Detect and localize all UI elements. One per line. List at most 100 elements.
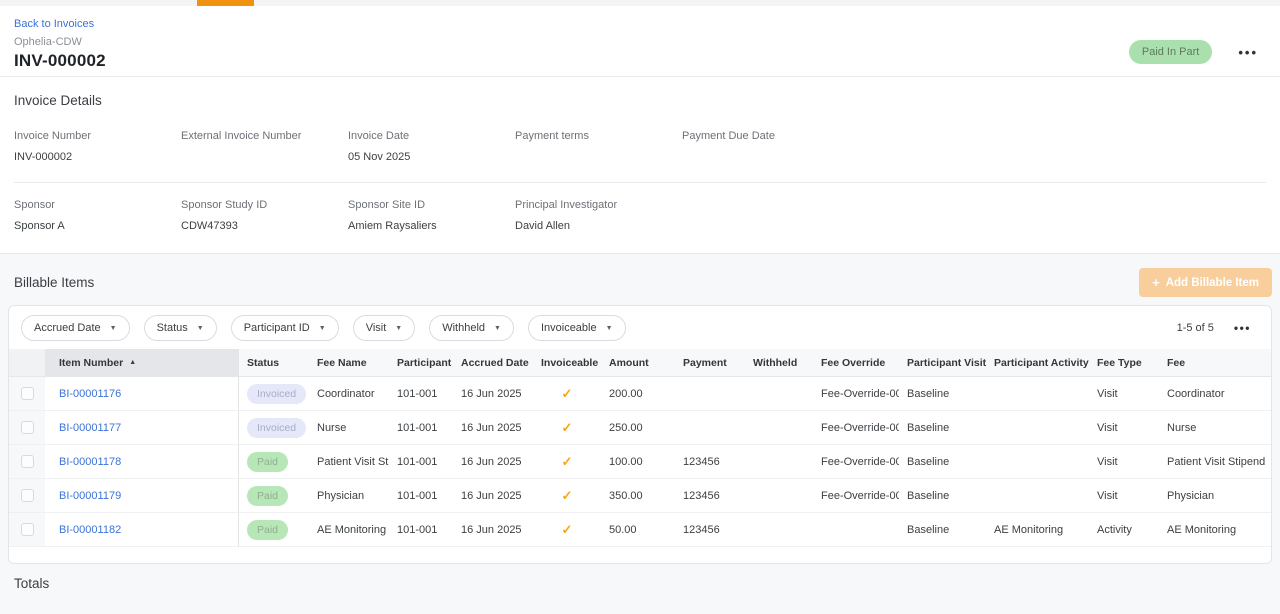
accrued-date-cell: 16 Jun 2025 [453,513,533,546]
invoiceable-check-icon: ✓ [533,377,601,410]
status-badge: Paid [247,486,288,506]
chevron-down-icon: ▼ [319,325,326,332]
field-value: CDW47393 [181,220,348,233]
item-number-link[interactable]: BI-00001176 [59,388,121,400]
field-label: Invoice Date [348,130,515,142]
col-fee-type[interactable]: Fee Type [1089,349,1159,376]
filter-label: Invoiceable [541,322,597,334]
item-number-cell: BI-00001178 [45,445,239,478]
add-billable-item-label: Add Billable Item [1166,277,1259,289]
field-value [515,151,682,164]
filter-accrued-date[interactable]: Accrued Date ▼ [21,315,130,341]
field-label: Payment terms [515,130,682,142]
col-fee-name[interactable]: Fee Name [309,349,389,376]
participant-cell: 101-001 [389,479,453,512]
row-checkbox[interactable] [21,455,34,468]
field-invoice-number: Invoice Number INV-000002 [14,130,181,164]
fee-cell: Physician [1159,479,1271,512]
fee-name-cell: Patient Visit Stipend [309,445,389,478]
col-fee[interactable]: Fee [1159,349,1271,376]
field-label: External Invoice Number [181,130,348,142]
fee-name-cell: AE Monitoring [309,513,389,546]
item-number-link[interactable]: BI-00001182 [59,524,121,536]
fee-override-cell: Fee-Override-00116 [813,479,899,512]
invoiceable-check-icon: ✓ [533,479,601,512]
field-sponsor-study-id: Sponsor Study ID CDW47393 [181,199,348,233]
withheld-cell [745,377,813,410]
fee-cell: Patient Visit Stipend [1159,445,1271,478]
col-amount[interactable]: Amount [601,349,675,376]
field-value: INV-000002 [14,151,181,164]
grid-more-actions-icon[interactable]: ••• [1234,321,1251,335]
billable-items-table-card: Accrued Date ▼ Status ▼ Participant ID ▼… [8,305,1272,564]
item-number-link[interactable]: BI-00001177 [59,422,121,434]
filter-label: Participant ID [244,322,310,334]
col-participant[interactable]: Participant [389,349,453,376]
invoiceable-check-icon: ✓ [533,411,601,444]
participant-activity-cell [986,377,1089,410]
col-item-number[interactable]: Item Number ▲ [45,349,239,376]
filter-invoiceable[interactable]: Invoiceable ▼ [528,315,626,341]
item-number-link[interactable]: BI-00001179 [59,490,121,502]
status-cell: Invoiced [239,377,309,410]
filter-label: Status [157,322,188,334]
participant-cell: 101-001 [389,513,453,546]
filter-label: Accrued Date [34,322,101,334]
row-checkbox[interactable] [21,421,34,434]
item-number-cell: BI-00001177 [45,411,239,444]
row-checkbox-cell [9,377,45,410]
fee-name-cell: Coordinator [309,377,389,410]
fee-type-cell: Visit [1089,411,1159,444]
participant-activity-cell: AE Monitoring [986,513,1089,546]
payment-cell: 123456 [675,513,745,546]
participant-activity-cell [986,411,1089,444]
field-label: Invoice Number [14,130,181,142]
fee-override-cell: Fee-Override-00114 [813,445,899,478]
sort-ascending-icon: ▲ [129,359,136,366]
filter-withheld[interactable]: Withheld ▼ [429,315,514,341]
participant-visit-cell: Baseline [899,445,986,478]
status-cell: Invoiced [239,411,309,444]
chevron-down-icon: ▼ [395,325,402,332]
col-accrued-date[interactable]: Accrued Date [453,349,533,376]
field-label: Sponsor Study ID [181,199,348,211]
item-number-cell: BI-00001179 [45,479,239,512]
row-checkbox[interactable] [21,523,34,536]
filter-label: Visit [366,322,387,334]
payment-cell [675,377,745,410]
row-checkbox[interactable] [21,387,34,400]
field-principal-investigator: Principal Investigator David Allen [515,199,682,233]
fee-type-cell: Activity [1089,513,1159,546]
page-header: Back to Invoices Ophelia-CDW INV-000002 … [0,6,1280,76]
col-invoiceable[interactable]: Invoiceable [533,349,601,376]
field-value: 05 Nov 2025 [348,151,515,164]
more-actions-icon[interactable]: ••• [1238,46,1258,59]
participant-cell: 101-001 [389,377,453,410]
filter-participant-id[interactable]: Participant ID ▼ [231,315,339,341]
row-checkbox-cell [9,513,45,546]
field-payment-due-date: Payment Due Date [682,130,849,164]
participant-visit-cell: Baseline [899,479,986,512]
item-number-link[interactable]: BI-00001178 [59,456,121,468]
col-participant-activity[interactable]: Participant Activity [986,349,1089,376]
pagination-range: 1-5 of 5 [1177,322,1214,334]
col-withheld[interactable]: Withheld [745,349,813,376]
field-label: Principal Investigator [515,199,682,211]
col-fee-override[interactable]: Fee Override [813,349,899,376]
amount-cell: 100.00 [601,445,675,478]
row-checkbox[interactable] [21,489,34,502]
col-status[interactable]: Status [239,349,309,376]
filter-visit[interactable]: Visit ▼ [353,315,416,341]
fee-cell: AE Monitoring [1159,513,1271,546]
payment-cell [675,411,745,444]
col-participant-visit[interactable]: Participant Visit [899,349,986,376]
participant-cell: 101-001 [389,411,453,444]
status-cell: Paid [239,445,309,478]
add-billable-item-button[interactable]: + Add Billable Item [1139,268,1272,297]
col-payment[interactable]: Payment [675,349,745,376]
table-row: BI-00001182 Paid AE Monitoring 101-001 1… [9,513,1271,547]
table-row: BI-00001179 Paid Physician 101-001 16 Ju… [9,479,1271,513]
back-to-invoices-link[interactable]: Back to Invoices [14,18,94,30]
header-checkbox-cell [9,349,45,376]
filter-status[interactable]: Status ▼ [144,315,217,341]
